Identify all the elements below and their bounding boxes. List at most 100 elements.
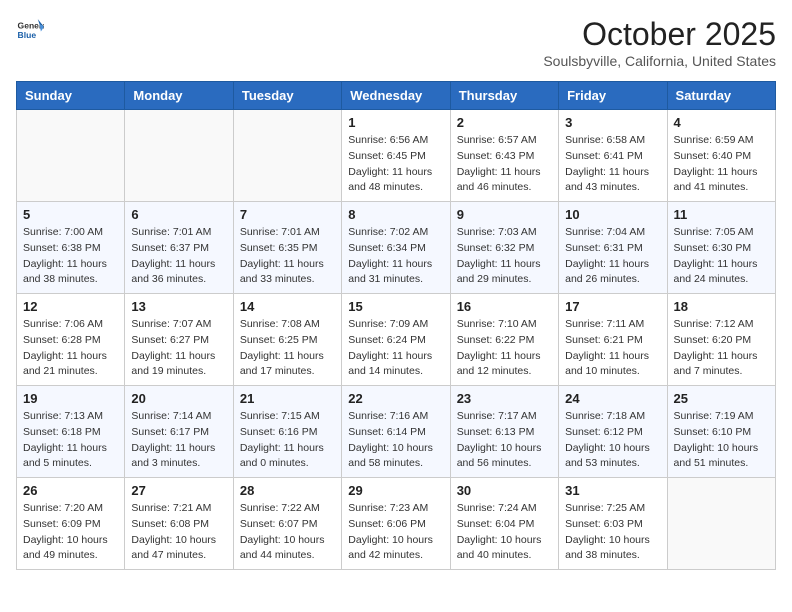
calendar-cell: 3 Sunrise: 6:58 AM Sunset: 6:41 PM Daylig…	[559, 110, 667, 202]
calendar-cell: 13Sunrise: 7:07 AM Sunset: 6:27 PM Dayli…	[125, 294, 233, 386]
day-number: 18	[674, 299, 769, 314]
day-number: 10	[565, 207, 660, 222]
day-info: Sunrise: 7:07 AM Sunset: 6:27 PM Dayligh…	[131, 317, 226, 380]
day-info: Sunrise: 7:22 AM Sunset: 6:07 PM Dayligh…	[240, 501, 335, 564]
calendar-week: 1 Sunrise: 6:56 AM Sunset: 6:45 PM Daylig…	[17, 110, 776, 202]
svg-text:Blue: Blue	[18, 30, 37, 40]
day-number: 8	[348, 207, 443, 222]
day-number: 17	[565, 299, 660, 314]
day-info: Sunrise: 7:16 AM Sunset: 6:14 PM Dayligh…	[348, 409, 443, 472]
day-info: Sunrise: 7:10 AM Sunset: 6:22 PM Dayligh…	[457, 317, 552, 380]
day-number: 25	[674, 391, 769, 406]
day-info: Sunrise: 7:25 AM Sunset: 6:03 PM Dayligh…	[565, 501, 660, 564]
day-number: 30	[457, 483, 552, 498]
day-number: 22	[348, 391, 443, 406]
page-header: General Blue October 2025 Soulsbyville, …	[16, 16, 776, 69]
calendar-week: 12Sunrise: 7:06 AM Sunset: 6:28 PM Dayli…	[17, 294, 776, 386]
weekday-row: SundayMondayTuesdayWednesdayThursdayFrid…	[17, 82, 776, 110]
calendar-cell: 12Sunrise: 7:06 AM Sunset: 6:28 PM Dayli…	[17, 294, 125, 386]
calendar-cell	[125, 110, 233, 202]
calendar-cell: 30Sunrise: 7:24 AM Sunset: 6:04 PM Dayli…	[450, 478, 558, 570]
calendar-cell: 29 Sunrise: 7:23 AM Sunset: 6:06 PM Dayli…	[342, 478, 450, 570]
calendar-cell: 4 Sunrise: 6:59 AM Sunset: 6:40 PM Daylig…	[667, 110, 775, 202]
day-info: Sunrise: 7:13 AM Sunset: 6:18 PM Dayligh…	[23, 409, 118, 472]
calendar-cell	[667, 478, 775, 570]
day-info: Sunrise: 7:21 AM Sunset: 6:08 PM Dayligh…	[131, 501, 226, 564]
location: Soulsbyville, California, United States	[543, 53, 776, 69]
calendar-cell: 20 Sunrise: 7:14 AM Sunset: 6:17 PM Dayli…	[125, 386, 233, 478]
calendar-cell: 21 Sunrise: 7:15 AM Sunset: 6:16 PM Dayli…	[233, 386, 341, 478]
calendar-table: SundayMondayTuesdayWednesdayThursdayFrid…	[16, 81, 776, 570]
calendar-cell: 9 Sunrise: 7:03 AM Sunset: 6:32 PM Daylig…	[450, 202, 558, 294]
logo-icon: General Blue	[16, 16, 44, 44]
day-number: 19	[23, 391, 118, 406]
day-info: Sunrise: 6:58 AM Sunset: 6:41 PM Dayligh…	[565, 133, 660, 196]
day-number: 27	[131, 483, 226, 498]
day-number: 21	[240, 391, 335, 406]
day-info: Sunrise: 7:05 AM Sunset: 6:30 PM Dayligh…	[674, 225, 769, 288]
weekday-header: Sunday	[17, 82, 125, 110]
calendar-cell: 25 Sunrise: 7:19 AM Sunset: 6:10 PM Dayli…	[667, 386, 775, 478]
day-number: 3	[565, 115, 660, 130]
calendar-cell	[233, 110, 341, 202]
calendar-cell: 18 Sunrise: 7:12 AM Sunset: 6:20 PM Dayli…	[667, 294, 775, 386]
day-info: Sunrise: 7:02 AM Sunset: 6:34 PM Dayligh…	[348, 225, 443, 288]
day-info: Sunrise: 6:59 AM Sunset: 6:40 PM Dayligh…	[674, 133, 769, 196]
day-info: Sunrise: 7:00 AM Sunset: 6:38 PM Dayligh…	[23, 225, 118, 288]
calendar-cell: 17 Sunrise: 7:11 AM Sunset: 6:21 PM Dayli…	[559, 294, 667, 386]
day-number: 1	[348, 115, 443, 130]
calendar-week: 5Sunrise: 7:00 AM Sunset: 6:38 PM Daylig…	[17, 202, 776, 294]
day-number: 29	[348, 483, 443, 498]
calendar-week: 19 Sunrise: 7:13 AM Sunset: 6:18 PM Dayli…	[17, 386, 776, 478]
day-info: Sunrise: 7:17 AM Sunset: 6:13 PM Dayligh…	[457, 409, 552, 472]
day-info: Sunrise: 7:11 AM Sunset: 6:21 PM Dayligh…	[565, 317, 660, 380]
calendar-cell: 11 Sunrise: 7:05 AM Sunset: 6:30 PM Dayli…	[667, 202, 775, 294]
calendar-cell: 10Sunrise: 7:04 AM Sunset: 6:31 PM Dayli…	[559, 202, 667, 294]
day-number: 26	[23, 483, 118, 498]
calendar-cell: 24 Sunrise: 7:18 AM Sunset: 6:12 PM Dayli…	[559, 386, 667, 478]
day-info: Sunrise: 7:06 AM Sunset: 6:28 PM Dayligh…	[23, 317, 118, 380]
calendar-cell: 28Sunrise: 7:22 AM Sunset: 6:07 PM Dayli…	[233, 478, 341, 570]
calendar-week: 26 Sunrise: 7:20 AM Sunset: 6:09 PM Dayli…	[17, 478, 776, 570]
calendar-cell: 5Sunrise: 7:00 AM Sunset: 6:38 PM Daylig…	[17, 202, 125, 294]
calendar-cell: 22 Sunrise: 7:16 AM Sunset: 6:14 PM Dayli…	[342, 386, 450, 478]
day-number: 31	[565, 483, 660, 498]
calendar-cell: 14Sunrise: 7:08 AM Sunset: 6:25 PM Dayli…	[233, 294, 341, 386]
day-number: 7	[240, 207, 335, 222]
day-info: Sunrise: 7:18 AM Sunset: 6:12 PM Dayligh…	[565, 409, 660, 472]
calendar-cell: 31 Sunrise: 7:25 AM Sunset: 6:03 PM Dayli…	[559, 478, 667, 570]
day-info: Sunrise: 7:19 AM Sunset: 6:10 PM Dayligh…	[674, 409, 769, 472]
calendar-cell: 7 Sunrise: 7:01 AM Sunset: 6:35 PM Daylig…	[233, 202, 341, 294]
day-number: 4	[674, 115, 769, 130]
title-block: October 2025 Soulsbyville, California, U…	[543, 16, 776, 69]
day-info: Sunrise: 7:01 AM Sunset: 6:37 PM Dayligh…	[131, 225, 226, 288]
day-info: Sunrise: 7:08 AM Sunset: 6:25 PM Dayligh…	[240, 317, 335, 380]
day-number: 20	[131, 391, 226, 406]
calendar-cell	[17, 110, 125, 202]
calendar-cell: 15Sunrise: 7:09 AM Sunset: 6:24 PM Dayli…	[342, 294, 450, 386]
day-number: 15	[348, 299, 443, 314]
day-number: 23	[457, 391, 552, 406]
day-info: Sunrise: 7:03 AM Sunset: 6:32 PM Dayligh…	[457, 225, 552, 288]
calendar-header: SundayMondayTuesdayWednesdayThursdayFrid…	[17, 82, 776, 110]
calendar-cell: 23 Sunrise: 7:17 AM Sunset: 6:13 PM Dayli…	[450, 386, 558, 478]
day-info: Sunrise: 7:01 AM Sunset: 6:35 PM Dayligh…	[240, 225, 335, 288]
day-number: 11	[674, 207, 769, 222]
calendar-cell: 8 Sunrise: 7:02 AM Sunset: 6:34 PM Daylig…	[342, 202, 450, 294]
weekday-header: Friday	[559, 82, 667, 110]
calendar-cell: 26 Sunrise: 7:20 AM Sunset: 6:09 PM Dayli…	[17, 478, 125, 570]
calendar-cell: 16Sunrise: 7:10 AM Sunset: 6:22 PM Dayli…	[450, 294, 558, 386]
weekday-header: Wednesday	[342, 82, 450, 110]
day-number: 9	[457, 207, 552, 222]
day-info: Sunrise: 7:15 AM Sunset: 6:16 PM Dayligh…	[240, 409, 335, 472]
day-info: Sunrise: 7:23 AM Sunset: 6:06 PM Dayligh…	[348, 501, 443, 564]
calendar-body: 1 Sunrise: 6:56 AM Sunset: 6:45 PM Daylig…	[17, 110, 776, 570]
weekday-header: Tuesday	[233, 82, 341, 110]
day-number: 2	[457, 115, 552, 130]
day-info: Sunrise: 6:56 AM Sunset: 6:45 PM Dayligh…	[348, 133, 443, 196]
day-info: Sunrise: 7:12 AM Sunset: 6:20 PM Dayligh…	[674, 317, 769, 380]
day-info: Sunrise: 7:20 AM Sunset: 6:09 PM Dayligh…	[23, 501, 118, 564]
day-number: 24	[565, 391, 660, 406]
logo: General Blue	[16, 16, 44, 44]
day-info: Sunrise: 7:14 AM Sunset: 6:17 PM Dayligh…	[131, 409, 226, 472]
